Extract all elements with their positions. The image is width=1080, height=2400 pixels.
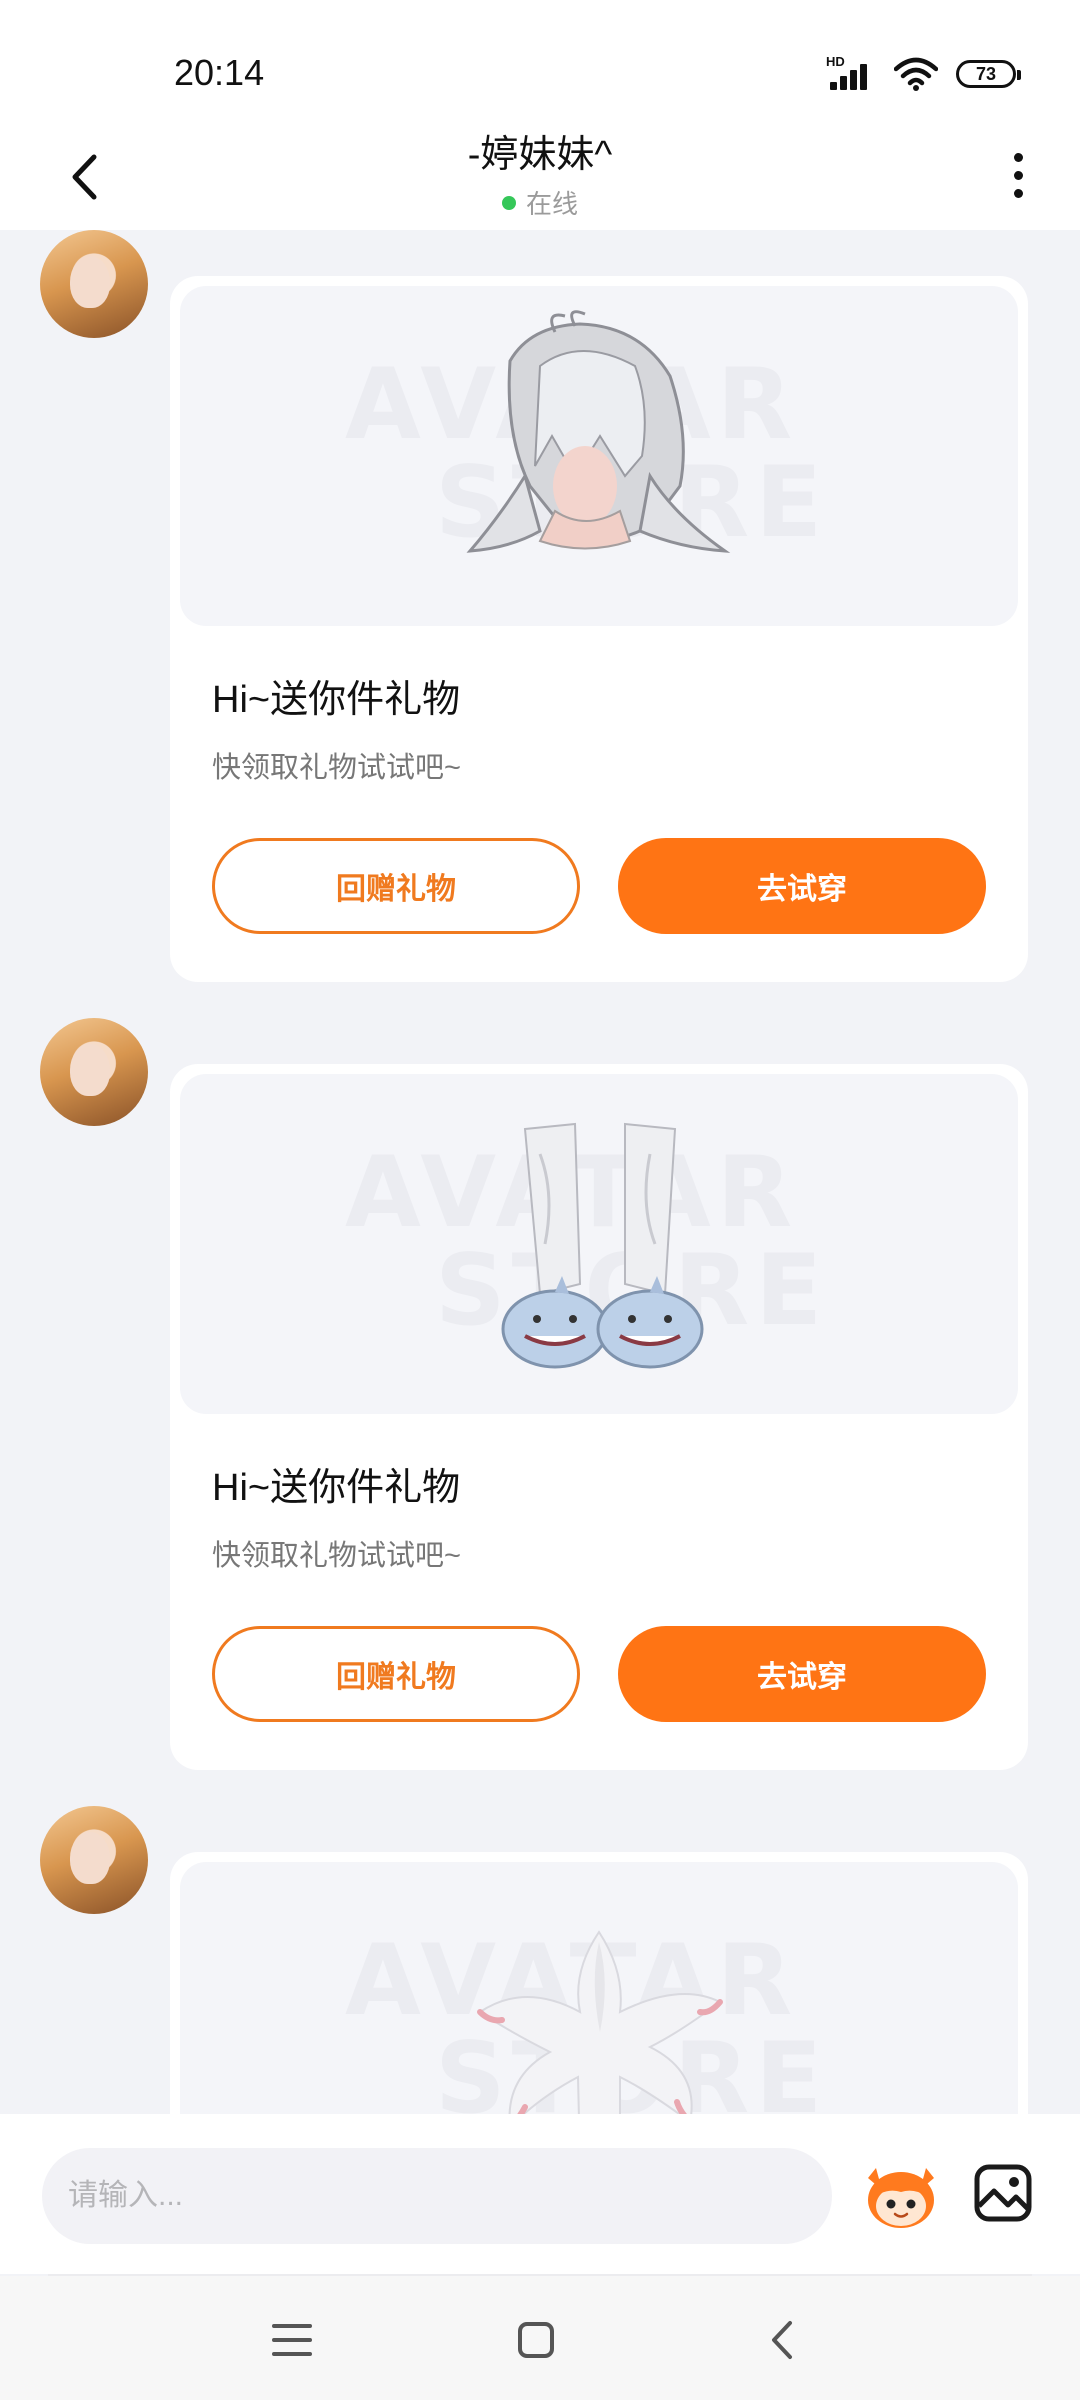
recent-apps-button[interactable] <box>262 2312 322 2368</box>
title-wrap: -婷妹妹^ 在线 <box>0 130 1080 221</box>
return-gift-button[interactable]: 回赠礼物 <box>212 1626 580 1722</box>
message-input-bar <box>0 2114 1080 2274</box>
more-options-button[interactable] <box>1000 140 1036 210</box>
gift-hair-image <box>466 310 731 553</box>
gift-subtitle: 快领取礼物试试吧~ <box>212 752 461 784</box>
system-nav-bar <box>0 2276 1080 2400</box>
status-time: 20:14 <box>174 52 265 93</box>
chat-header: -婷妹妹^ 在线 <box>0 130 1080 230</box>
status-icons: HD 73 <box>826 54 1021 92</box>
battery-level: 73 <box>975 63 997 84</box>
status-bar: 20:14 HD 73 <box>0 0 1080 130</box>
gift-image[interactable]: AVATAR STORE <box>180 1074 1018 1414</box>
gift-message-card: AVATAR STORE Hi~送你件礼物 快领取礼物试试吧~ 回赠礼物 去试穿 <box>170 276 1028 982</box>
mascot-emoji-icon <box>868 2168 934 2228</box>
online-status: 在线 <box>501 184 578 221</box>
gift-flower-image <box>477 1930 723 2114</box>
emoji-button[interactable] <box>862 2160 940 2232</box>
battery-icon: 73 <box>956 60 1021 88</box>
back-icon <box>772 2321 792 2359</box>
system-back-button[interactable] <box>752 2312 812 2368</box>
wifi-icon <box>894 57 938 91</box>
sender-avatar[interactable] <box>40 230 148 338</box>
home-button[interactable] <box>506 2312 566 2368</box>
return-gift-button[interactable]: 回赠礼物 <box>212 838 580 934</box>
gift-message-card: AVATAR STORE Hi~送你件礼物 快领取礼物试试吧~ 回赠礼物 去试穿 <box>170 1064 1028 1770</box>
gift-image[interactable]: AVATAR STORE <box>180 286 1018 626</box>
gift-shoes-image <box>501 1122 704 1369</box>
gift-title: Hi~送你件礼物 <box>212 679 461 721</box>
sender-avatar[interactable] <box>40 1806 148 1914</box>
try-on-button[interactable]: 去试穿 <box>618 838 986 934</box>
online-status-label: 在线 <box>525 189 578 219</box>
chat-message-list[interactable]: AVATAR STORE Hi~送你件礼物 快领取礼物试试吧~ 回赠礼物 去试穿… <box>0 230 1080 2114</box>
message-input[interactable] <box>42 2148 832 2244</box>
gift-title: Hi~送你件礼物 <box>212 1467 461 1509</box>
more-vertical-icon <box>1013 152 1023 162</box>
image-picker-icon <box>974 2164 1032 2222</box>
online-dot-icon <box>501 195 516 210</box>
gift-message-card: AVATAR STORE <box>170 1852 1028 2114</box>
signal-icon: HD <box>826 54 876 90</box>
gift-subtitle: 快领取礼物试试吧~ <box>212 1540 461 1572</box>
gift-image[interactable]: AVATAR STORE <box>180 1862 1018 2114</box>
home-icon <box>518 2322 554 2358</box>
image-picker-button[interactable] <box>974 2164 1032 2222</box>
menu-icon <box>272 2324 312 2356</box>
contact-name: -婷妹妹^ <box>467 134 613 176</box>
try-on-button[interactable]: 去试穿 <box>618 1626 986 1722</box>
sender-avatar[interactable] <box>40 1018 148 1126</box>
